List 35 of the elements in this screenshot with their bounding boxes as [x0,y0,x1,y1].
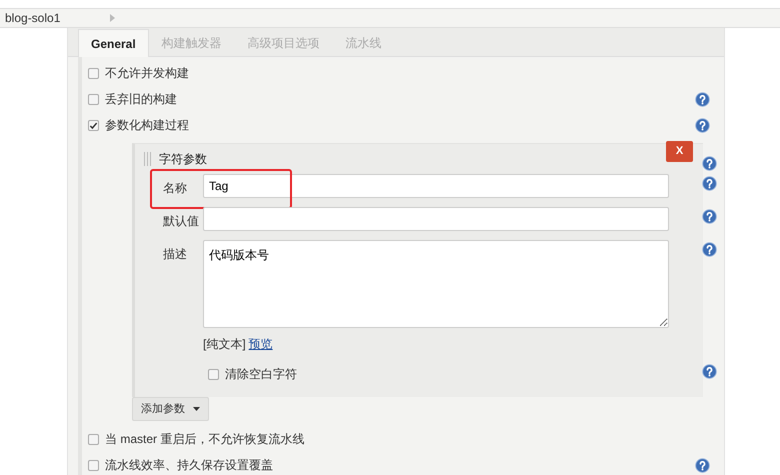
checkbox[interactable] [88,460,99,470]
help-icon[interactable] [702,156,717,171]
option-label: 不允许并发构建 [105,65,189,82]
add-parameter-button[interactable]: 添加参数 [132,397,209,421]
tab[interactable]: General [78,29,149,57]
option-label: 流水线效率、持久保存设置覆盖 [105,457,273,474]
option-label: 丢弃旧的构建 [105,91,177,108]
field-label: 默认值 [162,213,200,230]
option-label: 清除空白字符 [225,366,297,383]
option-label: 当 master 重启后，不允许恢复流水线 [105,431,304,448]
format-label: [纯文本] [203,336,246,353]
description-field[interactable]: 代码版本号 [203,240,669,328]
checkbox[interactable] [88,68,99,78]
drag-handle-icon[interactable] [144,152,152,166]
text-field[interactable]: Tag [203,174,669,198]
field-label: 描述 [162,246,188,263]
checkbox[interactable] [88,120,99,130]
breadcrumb-link[interactable]: blog-solo1 [5,9,60,27]
checkbox[interactable] [208,368,219,380]
caret-icon [193,407,200,411]
help-icon[interactable] [695,92,710,106]
parameter-title: 字符参数 [159,151,207,168]
text-field[interactable] [203,207,669,231]
help-icon[interactable] [702,242,717,257]
help-icon[interactable] [695,118,710,132]
checkbox[interactable] [88,94,99,104]
help-icon[interactable] [702,176,717,191]
field-label: 名称 [162,180,188,197]
preview-link[interactable]: 预览 [248,335,273,353]
help-icon[interactable] [695,458,710,472]
checkbox[interactable] [88,434,99,444]
help-icon[interactable] [702,364,717,379]
delete-button[interactable]: X [666,141,693,162]
help-icon[interactable] [702,209,717,224]
option-label: 参数化构建过程 [105,117,189,134]
